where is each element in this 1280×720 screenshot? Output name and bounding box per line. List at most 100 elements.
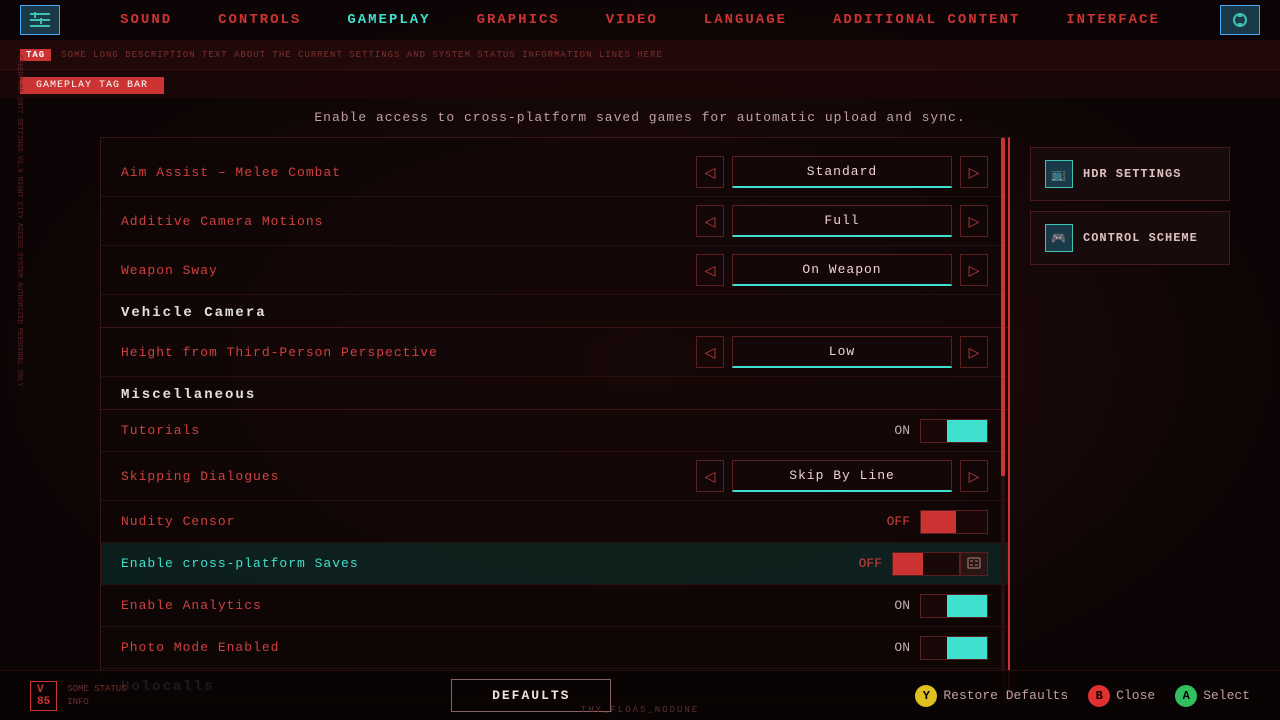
red-tag-bar: GAMEPLAY TAG BAR [0, 70, 1280, 98]
label-aim-assist: Aim Assist – Melee Combat [121, 165, 696, 180]
toggle-state-cross-platform: OFF [852, 556, 882, 571]
label-cross-platform: Enable cross-platform Saves [121, 556, 852, 571]
setting-row-weapon-sway: Weapon Sway ◁ On Weapon ▷ [101, 246, 1008, 295]
arrow-left-aim-assist[interactable]: ◁ [696, 156, 724, 188]
toggle-fill-tutorials [947, 420, 987, 442]
toggle-fill-cross-platform [893, 553, 923, 575]
toggle-icon-overlay-cross-platform [960, 552, 988, 576]
bottom-left-text: SOME STATUS INFO [67, 683, 147, 708]
value-height-third: ◁ Low ▷ [696, 336, 988, 368]
nav-item-additional-content[interactable]: ADDITIONAL CONTENT [825, 8, 1028, 32]
close-label: Close [1116, 688, 1155, 703]
main-container: SOUND CONTROLS GAMEPLAY GRAPHICS VIDEO L… [0, 0, 1280, 720]
toggle-state-tutorials: ON [880, 423, 910, 438]
arrow-right-weapon-sway[interactable]: ▷ [960, 254, 988, 286]
value-camera-motions: ◁ Full ▷ [696, 205, 988, 237]
label-analytics: Enable Analytics [121, 598, 880, 613]
toggle-track-cross-platform[interactable] [892, 552, 960, 576]
key-b-icon: B [1088, 685, 1110, 707]
arrow-left-camera-motions[interactable]: ◁ [696, 205, 724, 237]
bottom-center-text: THY_FLOAS_NODUNE [581, 705, 699, 715]
key-a-icon: A [1175, 685, 1197, 707]
setting-row-aim-assist: Aim Assist – Melee Combat ◁ Standard ▷ [101, 148, 1008, 197]
restore-defaults-label: Restore Defaults [943, 688, 1068, 703]
nav-item-video[interactable]: VIDEO [598, 8, 666, 32]
control-scheme-button[interactable]: 🎮 CONTROL SCHEME [1030, 211, 1230, 265]
toggle-track-photo-mode[interactable] [920, 636, 988, 660]
toggle-photo-mode: ON [880, 636, 988, 660]
setting-row-photo-mode: Photo Mode Enabled ON [101, 627, 1008, 669]
hdr-settings-label: HDR SETTINGS [1083, 167, 1181, 181]
scroll-thumb [1001, 138, 1005, 476]
nav-item-gameplay[interactable]: GAMEPLAY [339, 8, 438, 32]
nav-item-language[interactable]: LANGUAGE [696, 8, 795, 32]
hdr-icon: 📺 [1045, 160, 1073, 188]
cross-platform-notice: Enable access to cross-platform saved ga… [0, 98, 1280, 137]
toggle-fill-nudity-censor [921, 511, 956, 533]
info-bar: TAG SOME LONG DESCRIPTION TEXT ABOUT THE… [0, 40, 1280, 70]
setting-row-camera-motions: Additive Camera Motions ◁ Full ▷ [101, 197, 1008, 246]
toggle-fill-photo-mode [947, 637, 987, 659]
side-decoration-left: CYBERPUNK 2077 SETTINGS V2.0 NIGHT CITY … [0, 50, 25, 670]
arrow-right-height-third[interactable]: ▷ [960, 336, 988, 368]
toggle-track-nudity-censor[interactable] [920, 510, 988, 534]
nav-item-graphics[interactable]: GRAPHICS [469, 8, 568, 32]
scroll-indicator [1001, 138, 1005, 701]
red-tag: GAMEPLAY TAG BAR [20, 77, 164, 94]
label-weapon-sway: Weapon Sway [121, 263, 696, 278]
section-header-vehicle-camera: Vehicle Camera [101, 295, 1008, 328]
toggle-state-analytics: ON [880, 598, 910, 613]
action-close[interactable]: B Close [1088, 685, 1155, 707]
toggle-cross-platform: OFF [852, 552, 988, 576]
arrow-right-skipping[interactable]: ▷ [960, 460, 988, 492]
label-camera-motions: Additive Camera Motions [121, 214, 696, 229]
toggle-state-photo-mode: ON [880, 640, 910, 655]
arrow-right-camera-motions[interactable]: ▷ [960, 205, 988, 237]
toggle-track-tutorials[interactable] [920, 419, 988, 443]
control-scheme-label: CONTROL SCHEME [1083, 231, 1198, 245]
nav-item-controls[interactable]: CONTROLS [210, 8, 309, 32]
setting-row-tutorials: Tutorials ON [101, 410, 1008, 452]
nav-item-sound[interactable]: SOUND [112, 8, 180, 32]
value-box-weapon-sway: On Weapon [732, 254, 952, 286]
settings-panel: Aim Assist – Melee Combat ◁ Standard ▷ A… [100, 137, 1010, 702]
settings-area: Aim Assist – Melee Combat ◁ Standard ▷ A… [0, 137, 1280, 702]
label-skipping-dialogues: Skipping Dialogues [121, 469, 696, 484]
bottom-actions: Y Restore Defaults B Close A Select [915, 685, 1250, 707]
action-restore-defaults: Y Restore Defaults [915, 685, 1068, 707]
hdr-settings-button[interactable]: 📺 HDR SETTINGS [1030, 147, 1230, 201]
arrow-right-aim-assist[interactable]: ▷ [960, 156, 988, 188]
info-bar-text: SOME LONG DESCRIPTION TEXT ABOUT THE CUR… [61, 50, 663, 60]
arrow-left-height-third[interactable]: ◁ [696, 336, 724, 368]
side-panel: 📺 HDR SETTINGS 🎮 CONTROL SCHEME [1030, 137, 1230, 702]
section-header-miscellaneous: Miscellaneous [101, 377, 1008, 410]
settings-scroll[interactable]: Aim Assist – Melee Combat ◁ Standard ▷ A… [101, 138, 1008, 701]
label-tutorials: Tutorials [121, 423, 880, 438]
nav-icon-left [20, 5, 60, 35]
setting-row-nudity-censor: Nudity Censor OFF [101, 501, 1008, 543]
nav-icon-right [1220, 5, 1260, 35]
setting-row-skipping-dialogues: Skipping Dialogues ◁ Skip By Line ▷ [101, 452, 1008, 501]
v-badge: V85 [30, 681, 57, 711]
label-photo-mode: Photo Mode Enabled [121, 640, 880, 655]
toggle-tutorials: ON [880, 419, 988, 443]
arrow-left-weapon-sway[interactable]: ◁ [696, 254, 724, 286]
toggle-fill-analytics [947, 595, 987, 617]
setting-row-cross-platform: Enable cross-platform Saves OFF [101, 543, 1008, 585]
control-scheme-icon: 🎮 [1045, 224, 1073, 252]
key-y-icon: Y [915, 685, 937, 707]
value-weapon-sway: ◁ On Weapon ▷ [696, 254, 988, 286]
label-height-third: Height from Third-Person Perspective [121, 345, 696, 360]
value-box-skipping: Skip By Line [732, 460, 952, 492]
arrow-left-skipping[interactable]: ◁ [696, 460, 724, 492]
label-nudity-censor: Nudity Censor [121, 514, 880, 529]
value-box-aim-assist: Standard [732, 156, 952, 188]
nav-item-interface[interactable]: INTERFACE [1058, 8, 1168, 32]
bottom-left: V85 SOME STATUS INFO [30, 681, 147, 711]
setting-row-analytics: Enable Analytics ON [101, 585, 1008, 627]
toggle-track-analytics[interactable] [920, 594, 988, 618]
action-select[interactable]: A Select [1175, 685, 1250, 707]
toggle-state-nudity-censor: OFF [880, 514, 910, 529]
top-nav: SOUND CONTROLS GAMEPLAY GRAPHICS VIDEO L… [0, 0, 1280, 40]
side-text-left: CYBERPUNK 2077 SETTINGS V2.0 NIGHT CITY … [2, 55, 23, 387]
